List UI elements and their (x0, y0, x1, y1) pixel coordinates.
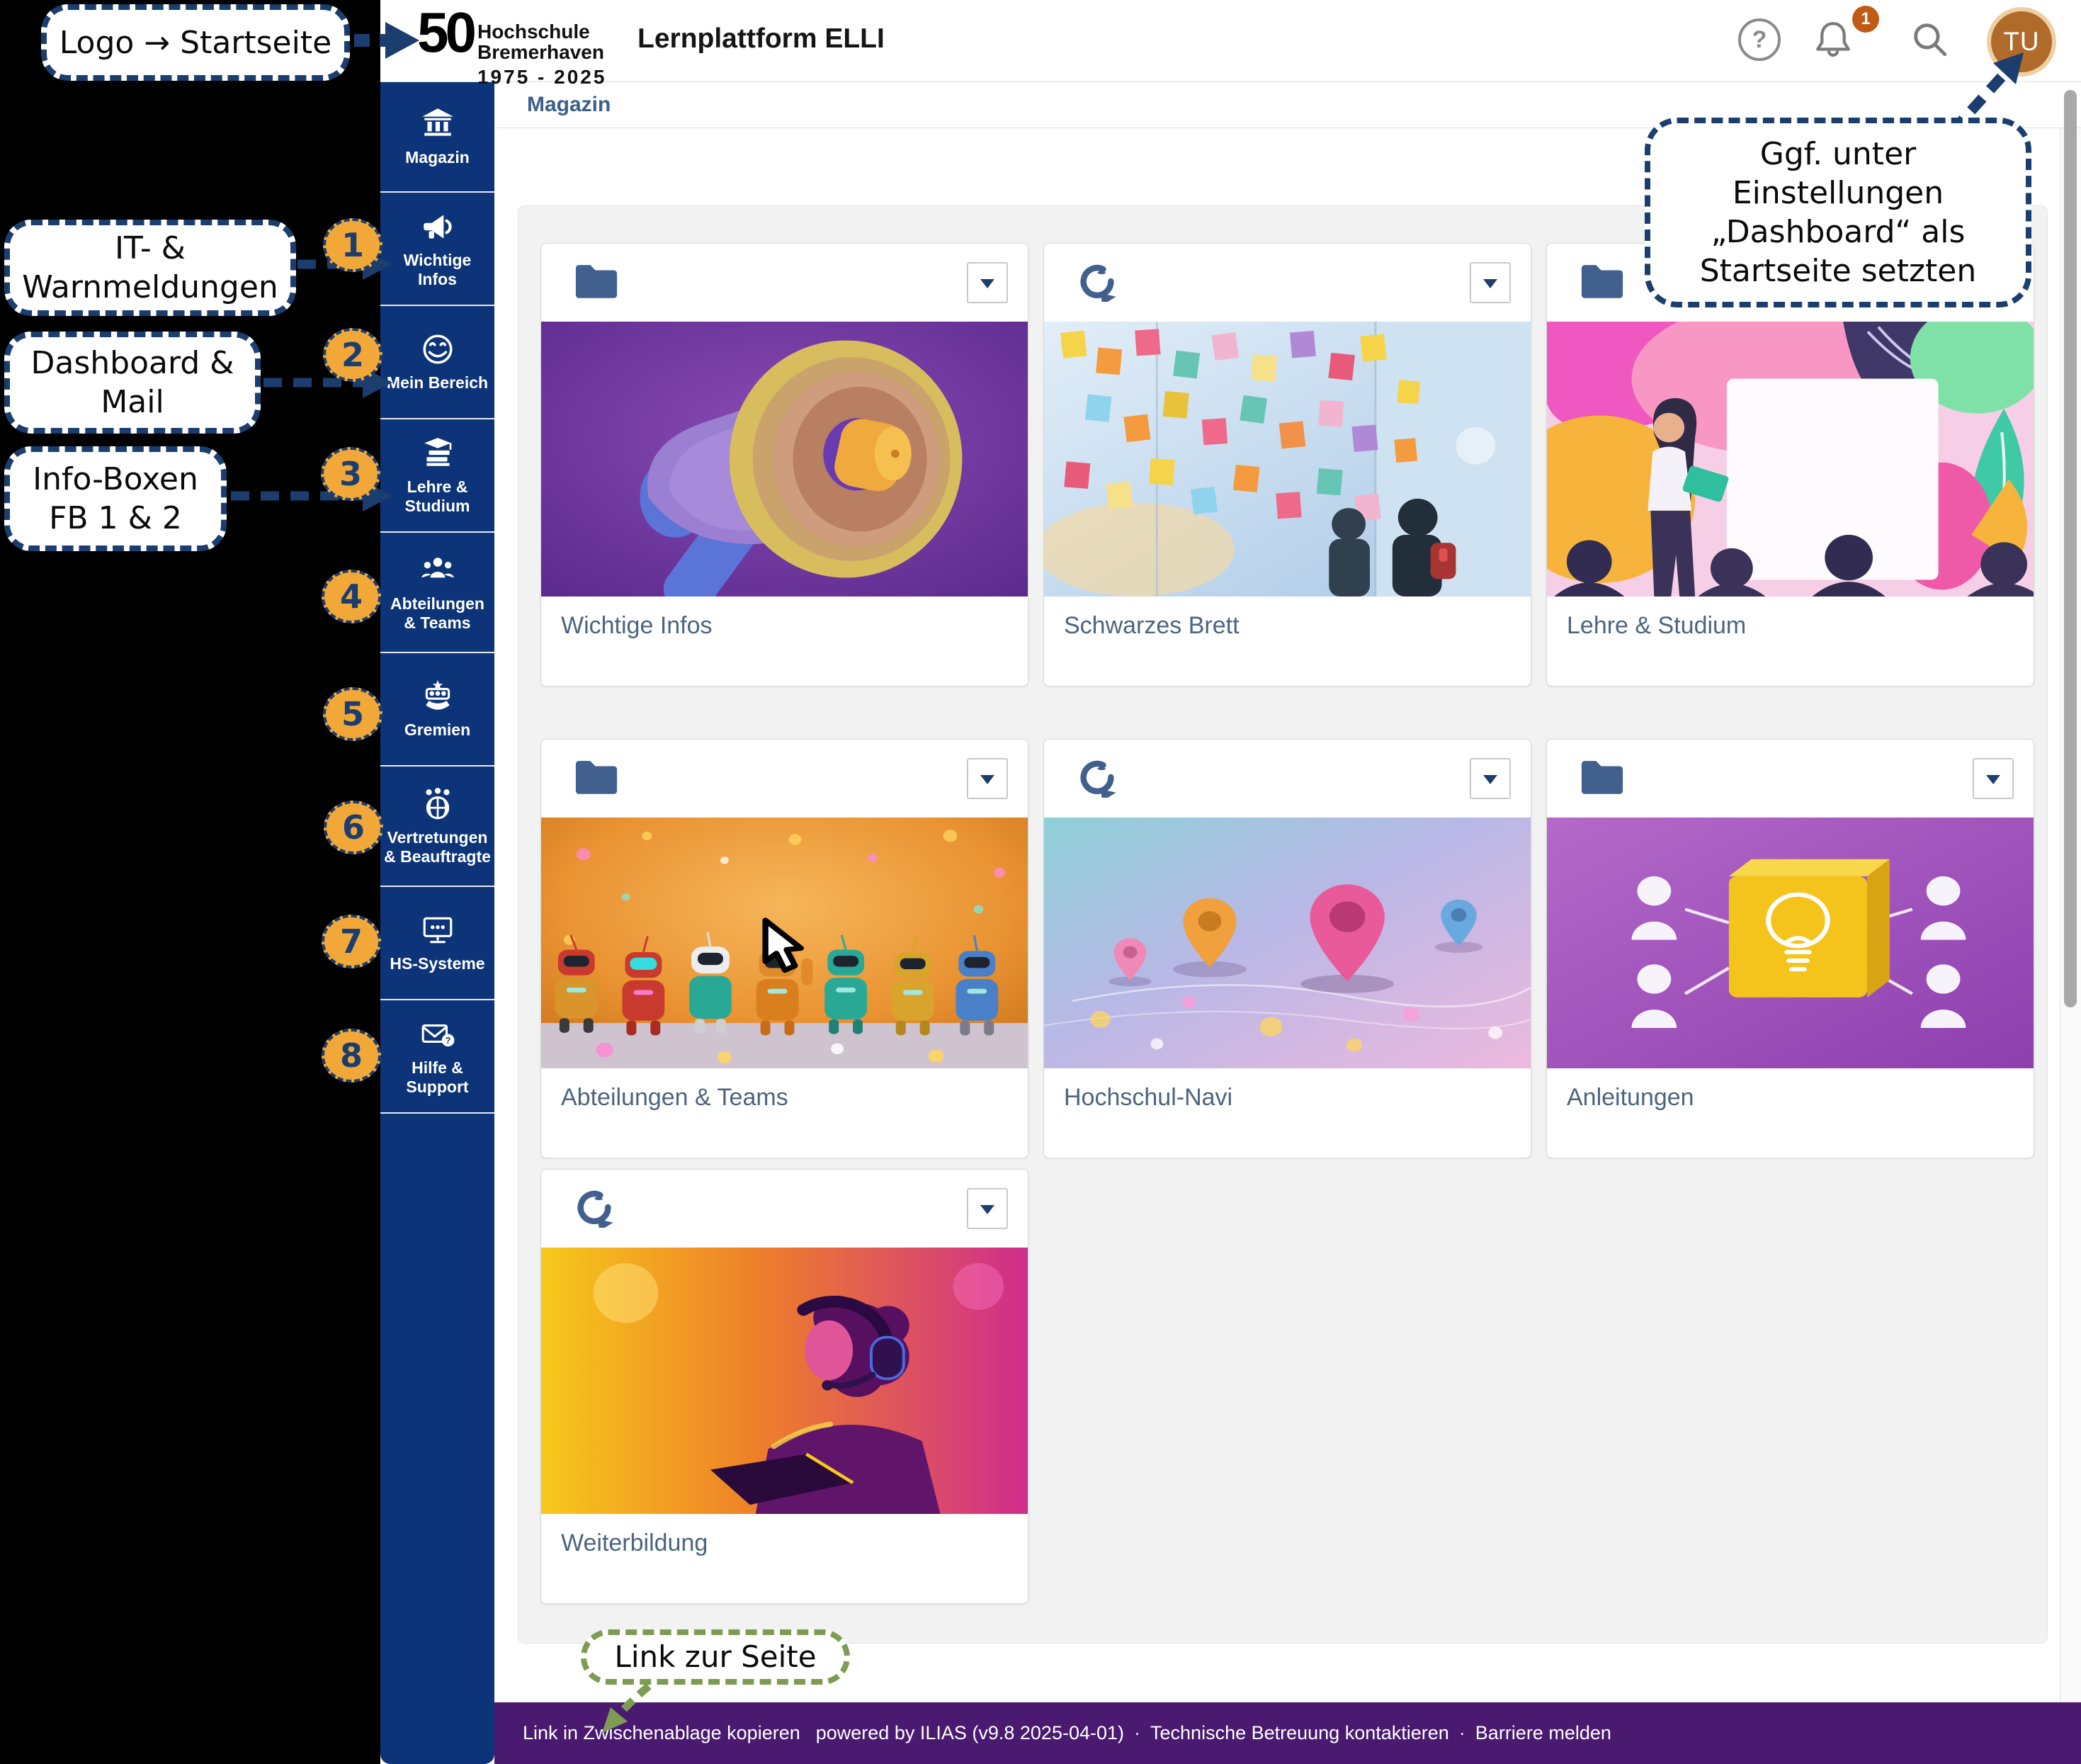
card-title[interactable]: Wichtige Infos (541, 597, 1028, 686)
logo-text: Hochschule Bremerhaven 1975 - 2025 (477, 21, 606, 87)
card-image-megaphone[interactable] (541, 322, 1028, 597)
annotation-number-7: 7 (322, 915, 381, 968)
copy-permalink-link[interactable]: Link in Zwischenablage kopieren (523, 1722, 800, 1744)
card-title[interactable]: Schwarzes Brett (1044, 597, 1531, 686)
card-image-robots[interactable] (541, 818, 1028, 1068)
card-image-idea-cube[interactable] (1547, 818, 2034, 1068)
chevron-down-icon (1483, 279, 1497, 288)
link-icon (1077, 261, 1122, 303)
smiley-icon (419, 331, 456, 368)
folder-icon (1580, 261, 1625, 303)
sidebar-item-hs-systeme[interactable]: HS-Systeme (380, 887, 494, 1000)
logo-years: 1975 - 2025 (477, 67, 606, 87)
link-icon (574, 1187, 619, 1229)
report-barrier-link[interactable]: Barriere melden (1475, 1722, 1611, 1744)
svg-text:?: ? (445, 1036, 450, 1046)
sidebar-item-lehre-studium[interactable]: Lehre & Studium (380, 419, 494, 533)
card-image-presentation[interactable] (1547, 322, 2034, 597)
callout-dashboard-mail: Dashboard & Mail (4, 332, 261, 434)
callout-link-zur-seite: Link zur Seite (581, 1629, 850, 1685)
notifications-bell-icon[interactable] (1813, 18, 1854, 60)
sidebar-item-wichtige-infos[interactable]: Wichtige Infos (380, 193, 494, 306)
card-title[interactable]: Lehre & Studium (1547, 597, 2034, 686)
callout-dashboard-startseite: Ggf. unter Einstellungen „Dashboard“ als… (1645, 118, 2031, 307)
mail-help-icon: ? (419, 1016, 456, 1053)
powered-by-text: powered by ILIAS (v9.8 2025-04-01) (816, 1722, 1124, 1744)
card-image-headphones-learner[interactable] (541, 1248, 1028, 1514)
search-icon[interactable] (1909, 18, 1950, 60)
books-icon (419, 435, 456, 472)
folder-icon (1580, 757, 1625, 799)
avatar[interactable]: TU (1987, 7, 2056, 77)
chevron-down-icon (980, 775, 994, 784)
main-sidebar: Magazin Wichtige Infos Mein Bereich Lehr… (380, 81, 494, 1764)
sidebar-item-gremien[interactable]: Gremien (380, 653, 494, 767)
notification-badge: 1 (1852, 6, 1879, 33)
actions-dropdown-button[interactable] (1470, 758, 1511, 799)
card-header (541, 1170, 1028, 1248)
support-contact-link[interactable]: Technische Betreuung kontaktieren (1150, 1722, 1449, 1744)
sidebar-item-abteilungen-teams[interactable]: Abteilungen & Teams (380, 533, 494, 653)
sidebar-item-mein-bereich[interactable]: Mein Bereich (380, 306, 494, 419)
globe-people-icon (419, 786, 456, 822)
card-title[interactable]: Hochschul-Navi (1044, 1068, 1531, 1158)
logo-50: 50 (417, 6, 473, 60)
actions-dropdown-button[interactable] (967, 262, 1008, 303)
annotation-number-1: 1 (323, 218, 382, 272)
card-header (1044, 740, 1531, 818)
annotation-number-3: 3 (321, 447, 380, 501)
callout-it-warnmeldungen: IT- & Warnmeldungen (4, 220, 296, 316)
scrollbar-thumb[interactable] (2064, 90, 2077, 1007)
card-schwarzes-brett[interactable]: Schwarzes Brett (1043, 243, 1531, 686)
card-header (541, 740, 1028, 818)
help-icon[interactable]: ? (1738, 18, 1781, 61)
card-header (541, 244, 1028, 322)
monitor-icon (419, 912, 456, 949)
chevron-down-icon (1986, 775, 2000, 784)
annotation-number-8: 8 (322, 1029, 381, 1082)
folder-icon (574, 261, 619, 303)
committee-icon (419, 678, 456, 715)
chevron-down-icon (980, 279, 994, 288)
annotation-number-2: 2 (323, 328, 382, 382)
folder-icon (574, 757, 619, 799)
card-title[interactable]: Abteilungen & Teams (541, 1068, 1028, 1158)
card-abteilungen-teams[interactable]: Abteilungen & Teams (540, 739, 1028, 1158)
footer-bar: Link in Zwischenablage kopieren powered … (494, 1702, 2081, 1764)
card-anleitungen[interactable]: Anleitungen (1546, 739, 2034, 1158)
annotation-number-5: 5 (323, 687, 382, 741)
card-header (1044, 244, 1531, 322)
card-image-map-pins[interactable] (1044, 818, 1531, 1068)
card-title[interactable]: Weiterbildung (541, 1514, 1028, 1603)
card-hochschul-navi[interactable]: Hochschul-Navi (1043, 739, 1531, 1158)
sidebar-item-vertretungen-beauftragte[interactable]: Vertretungen & Beauftragte (380, 767, 494, 887)
sidebar-item-hilfe-support[interactable]: ? Hilfe & Support (380, 1000, 494, 1114)
card-image-sticky-notes[interactable] (1044, 322, 1531, 597)
sidebar-item-magazin[interactable]: Magazin (380, 81, 494, 193)
card-weiterbildung[interactable]: Weiterbildung (540, 1169, 1028, 1604)
card-title[interactable]: Anleitungen (1547, 1068, 2034, 1158)
card-header (1547, 740, 2034, 818)
actions-dropdown-button[interactable] (1973, 758, 2014, 799)
link-icon (1077, 757, 1122, 799)
actions-dropdown-button[interactable] (967, 758, 1008, 799)
callout-logo-startseite: Logo → Startseite (41, 4, 350, 81)
megaphone-icon (419, 208, 456, 245)
top-bar: 50 Hochschule Bremerhaven 1975 - 2025 Le… (380, 0, 2081, 82)
bank-icon (419, 106, 456, 142)
actions-dropdown-button[interactable] (967, 1188, 1008, 1229)
card-lehre-studium[interactable]: Lehre & Studium (1546, 243, 2034, 686)
people-icon (419, 552, 456, 589)
chevron-down-icon (980, 1205, 994, 1214)
university-logo[interactable]: 50 Hochschule Bremerhaven 1975 - 2025 (417, 6, 606, 87)
card-wichtige-infos[interactable]: Wichtige Infos (540, 243, 1028, 686)
callout-info-boxen: Info-Boxen FB 1 & 2 (4, 446, 227, 551)
annotation-number-4: 4 (322, 570, 381, 623)
platform-title: Lernplattform ELLI (637, 23, 885, 55)
chevron-down-icon (1483, 775, 1497, 784)
annotation-number-6: 6 (324, 801, 383, 854)
actions-dropdown-button[interactable] (1470, 262, 1511, 303)
breadcrumb[interactable]: Magazin (527, 93, 611, 117)
